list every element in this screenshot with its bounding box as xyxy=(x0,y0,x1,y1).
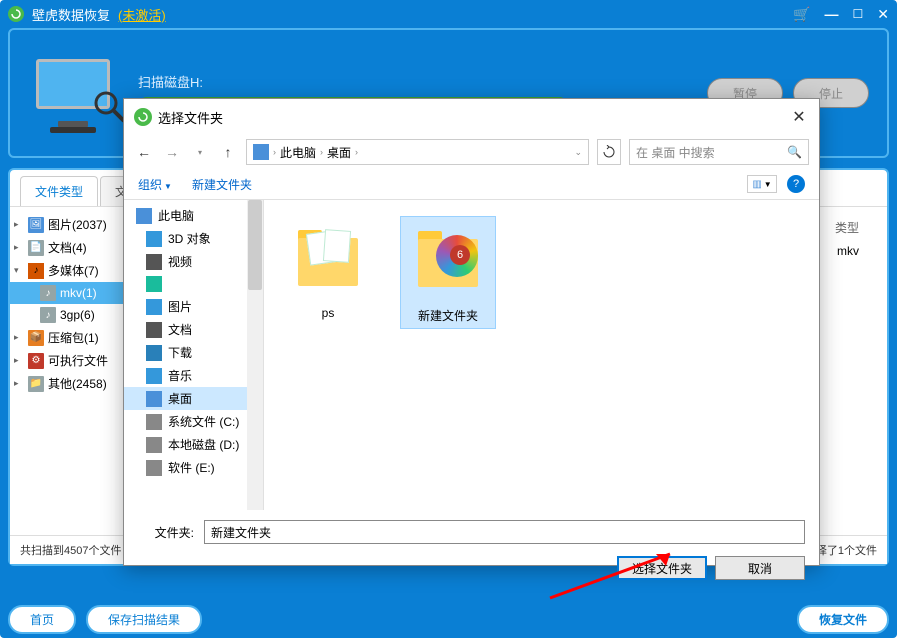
dt-drivec[interactable]: 系统文件 (C:) xyxy=(124,410,263,433)
nav-forward-icon: → xyxy=(162,142,182,162)
scan-label: 扫描磁盘H: xyxy=(138,72,687,91)
dialog-titlebar: 选择文件夹 ✕ xyxy=(124,99,819,135)
tree-scrollbar[interactable] xyxy=(247,200,263,510)
bc-dropdown-icon[interactable]: ⌄ xyxy=(574,147,582,158)
titlebar: 壁虎数据恢复 (未激活) 🛒 — ☐ ✕ xyxy=(0,0,897,28)
view-toggle[interactable]: ▥▼ xyxy=(747,175,777,193)
dialog-toolbar: 组织▼ 新建文件夹 ▥▼ ? xyxy=(124,169,819,200)
status-scanned: 共扫描到4507个文件 xyxy=(20,542,121,558)
tree-3gp[interactable]: ♪3gp(6) xyxy=(10,304,125,326)
dt-docs[interactable]: 文档 xyxy=(124,318,263,341)
organize-menu[interactable]: 组织▼ xyxy=(138,176,172,193)
bottom-buttons: 首页 保存扫描结果 恢复文件 xyxy=(8,605,889,634)
dt-video[interactable]: 视频 xyxy=(124,250,263,273)
dialog-nav: ← → ▾ ↑ › 此电脑 › 桌面 › ⌄ 在 桌面 中搜索 🔍 xyxy=(124,135,819,169)
tree-mkv[interactable]: ♪mkv(1) xyxy=(10,282,125,304)
save-scan-button[interactable]: 保存扫描结果 xyxy=(86,605,202,634)
folder-icon: 6 xyxy=(408,221,488,301)
tree-docs[interactable]: ▸📄文档(4) xyxy=(10,236,125,259)
dt-downloads[interactable]: 下载 xyxy=(124,341,263,364)
tree-media[interactable]: ▾♪多媒体(7) xyxy=(10,259,125,282)
tree-exe[interactable]: ▸⚙可执行文件 xyxy=(10,349,125,372)
tree-images[interactable]: ▸🖼图片(2037) xyxy=(10,213,125,236)
bc-thispc[interactable]: 此电脑 xyxy=(280,144,316,161)
folder-dialog: 选择文件夹 ✕ ← → ▾ ↑ › 此电脑 › 桌面 › ⌄ 在 桌面 中搜索 … xyxy=(123,98,820,566)
monitor-image xyxy=(28,53,118,133)
refresh-button[interactable] xyxy=(597,139,621,165)
dt-drivee[interactable]: 软件 (E:) xyxy=(124,456,263,479)
app-logo xyxy=(8,6,24,22)
search-icon: 🔍 xyxy=(787,145,802,159)
unactivated-link[interactable]: (未激活) xyxy=(118,5,166,24)
dt-desktop[interactable]: 桌面 xyxy=(124,387,263,410)
file-pane[interactable]: ps 6 新建文件夹 xyxy=(264,200,819,510)
dt-music[interactable]: 音乐 xyxy=(124,364,263,387)
minimize-icon[interactable]: — xyxy=(825,6,839,22)
select-folder-button[interactable]: 选择文件夹 xyxy=(617,556,707,580)
file-tree: ▸🖼图片(2037) ▸📄文档(4) ▾♪多媒体(7) ♪mkv(1) ♪3gp… xyxy=(10,207,125,535)
cart-icon[interactable]: 🛒 xyxy=(793,6,810,23)
dt-pics[interactable]: 图片 xyxy=(124,295,263,318)
row-mkv: mkv xyxy=(837,244,859,258)
dialog-footer: 文件夹: 选择文件夹 取消 xyxy=(124,510,819,590)
tab-filetype[interactable]: 文件类型 xyxy=(20,176,98,206)
nav-up-icon[interactable]: ↑ xyxy=(218,142,238,162)
home-button[interactable]: 首页 xyxy=(8,605,76,634)
col-type: 类型 xyxy=(835,219,859,236)
folder-label: 文件夹: xyxy=(138,524,194,541)
breadcrumb[interactable]: › 此电脑 › 桌面 › ⌄ xyxy=(246,139,589,165)
dt-app[interactable] xyxy=(124,273,263,295)
newfolder-button[interactable]: 新建文件夹 xyxy=(192,176,252,193)
maximize-icon[interactable]: ☐ xyxy=(853,7,864,21)
recover-button[interactable]: 恢复文件 xyxy=(797,605,889,634)
file-newfolder[interactable]: 6 新建文件夹 xyxy=(400,216,496,329)
dialog-tree: 此电脑 3D 对象 视频 图片 文档 下载 音乐 桌面 系统文件 (C:) 本地… xyxy=(124,200,264,510)
search-input[interactable]: 在 桌面 中搜索 🔍 xyxy=(629,139,809,165)
app-title: 壁虎数据恢复 xyxy=(32,5,110,24)
close-icon[interactable]: ✕ xyxy=(877,6,889,23)
dt-thispc[interactable]: 此电脑 xyxy=(124,204,263,227)
tree-other[interactable]: ▸📁其他(2458) xyxy=(10,372,125,395)
cancel-button[interactable]: 取消 xyxy=(715,556,805,580)
nav-recent-icon[interactable]: ▾ xyxy=(190,142,210,162)
dialog-title: 选择文件夹 xyxy=(158,108,223,127)
tree-archive[interactable]: ▸📦压缩包(1) xyxy=(10,326,125,349)
folder-input[interactable] xyxy=(204,520,805,544)
dt-3d[interactable]: 3D 对象 xyxy=(124,227,263,250)
folder-icon xyxy=(288,220,368,300)
nav-back-icon[interactable]: ← xyxy=(134,142,154,162)
dialog-logo-icon xyxy=(134,108,152,126)
dt-drived[interactable]: 本地磁盘 (D:) xyxy=(124,433,263,456)
bc-desktop[interactable]: 桌面 xyxy=(327,144,351,161)
dialog-close-icon[interactable]: ✕ xyxy=(789,107,809,127)
help-icon[interactable]: ? xyxy=(787,175,805,193)
pc-icon xyxy=(253,144,269,160)
file-ps[interactable]: ps xyxy=(280,216,376,324)
